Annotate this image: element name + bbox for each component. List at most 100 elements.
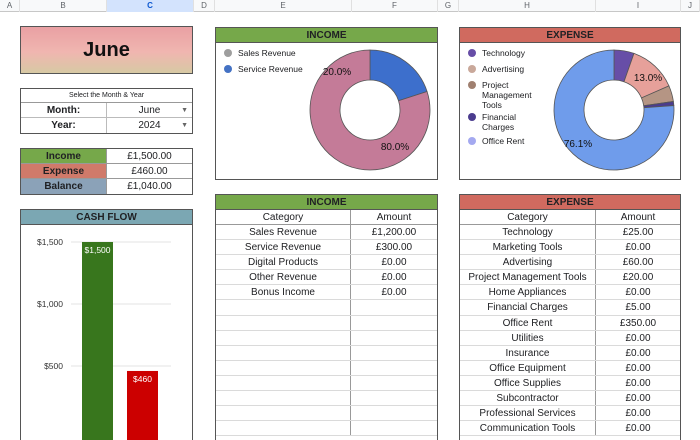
column-header-e[interactable]: E bbox=[215, 0, 352, 12]
category-cell[interactable]: Insurance bbox=[460, 345, 596, 360]
amount-cell[interactable]: £0.00 bbox=[351, 270, 437, 284]
amount-cell[interactable]: £0.00 bbox=[351, 255, 437, 269]
amount-cell[interactable] bbox=[351, 346, 437, 360]
category-cell[interactable] bbox=[216, 406, 351, 421]
amount-cell[interactable]: £25.00 bbox=[596, 225, 680, 239]
table-row[interactable]: Technology £25.00 bbox=[460, 225, 680, 241]
table-row[interactable]: Subcontractor £0.00 bbox=[460, 391, 680, 407]
table-row[interactable]: Office Rent £350.00 bbox=[460, 315, 680, 331]
table-row[interactable]: Sales Revenue £1,200.00 bbox=[216, 225, 437, 241]
column-header-c[interactable]: C bbox=[107, 0, 194, 12]
table-row[interactable]: Professional Services £0.00 bbox=[460, 406, 680, 422]
table-row[interactable] bbox=[216, 391, 437, 407]
amount-cell[interactable] bbox=[351, 361, 437, 375]
category-cell[interactable]: Office Equipment bbox=[460, 360, 596, 375]
category-cell[interactable]: Other Revenue bbox=[216, 270, 351, 285]
amount-cell[interactable]: £1,200.00 bbox=[351, 225, 437, 239]
amount-cell[interactable]: £350.00 bbox=[596, 316, 680, 330]
table-row[interactable] bbox=[216, 330, 437, 346]
amount-cell[interactable]: £5.00 bbox=[596, 300, 680, 314]
legend-item: Financial Charges bbox=[468, 112, 548, 132]
column-header-j[interactable]: J bbox=[681, 0, 700, 12]
category-cell[interactable]: Professional Services bbox=[460, 406, 596, 421]
year-dropdown[interactable]: 2024 ▼ bbox=[107, 118, 192, 133]
amount-cell[interactable] bbox=[351, 421, 437, 435]
amount-cell[interactable]: £0.00 bbox=[596, 406, 680, 420]
category-cell[interactable] bbox=[216, 391, 351, 406]
table-row[interactable] bbox=[216, 315, 437, 331]
category-cell[interactable]: Communication Tools bbox=[460, 421, 596, 436]
table-row[interactable]: Office Supplies £0.00 bbox=[460, 375, 680, 392]
category-cell[interactable] bbox=[216, 330, 351, 345]
table-row[interactable]: Other Revenue £0.00 bbox=[216, 270, 437, 286]
category-cell[interactable]: Technology bbox=[460, 225, 596, 240]
category-cell[interactable]: Marketing Tools bbox=[460, 240, 596, 255]
column-header-b[interactable]: B bbox=[20, 0, 107, 12]
table-row[interactable]: Office Equipment £0.00 bbox=[460, 360, 680, 376]
category-cell[interactable]: Sales Revenue bbox=[216, 225, 351, 240]
table-row[interactable] bbox=[216, 345, 437, 361]
category-cell[interactable]: Service Revenue bbox=[216, 240, 351, 255]
amount-cell[interactable]: £0.00 bbox=[596, 240, 680, 254]
column-header-g[interactable]: G bbox=[438, 0, 459, 12]
table-row[interactable]: Project Management Tools £20.00 bbox=[460, 270, 680, 286]
table-row[interactable]: Communication Tools £0.00 bbox=[460, 421, 680, 437]
table-row[interactable]: Advertising £60.00 bbox=[460, 255, 680, 271]
table-row[interactable] bbox=[216, 360, 437, 376]
category-cell[interactable] bbox=[216, 345, 351, 360]
table-row[interactable] bbox=[216, 421, 437, 437]
category-cell[interactable]: Office Rent bbox=[460, 315, 596, 330]
column-header-f[interactable]: F bbox=[352, 0, 438, 12]
category-cell[interactable] bbox=[216, 375, 351, 391]
amount-cell[interactable] bbox=[351, 391, 437, 405]
table-row[interactable]: Financial Charges £5.00 bbox=[460, 300, 680, 316]
category-cell[interactable]: Advertising bbox=[460, 255, 596, 270]
amount-cell[interactable]: £300.00 bbox=[351, 240, 437, 254]
column-header-a[interactable]: A bbox=[0, 0, 20, 12]
chevron-down-icon: ▼ bbox=[181, 107, 188, 114]
table-row[interactable]: Bonus Income £0.00 bbox=[216, 285, 437, 301]
amount-cell[interactable] bbox=[351, 300, 437, 314]
table-row[interactable]: Service Revenue £300.00 bbox=[216, 240, 437, 256]
table-row[interactable] bbox=[216, 406, 437, 422]
amount-cell[interactable]: £0.00 bbox=[596, 346, 680, 360]
table-row[interactable] bbox=[216, 375, 437, 392]
legend-label: Sales Revenue bbox=[238, 48, 296, 58]
category-cell[interactable] bbox=[216, 315, 351, 330]
month-dropdown[interactable]: June ▼ bbox=[107, 103, 192, 117]
category-cell[interactable]: Home Appliances bbox=[460, 285, 596, 300]
amount-cell[interactable]: £0.00 bbox=[596, 361, 680, 375]
column-header-i[interactable]: I bbox=[596, 0, 681, 12]
category-cell[interactable]: Project Management Tools bbox=[460, 270, 596, 285]
category-cell[interactable] bbox=[216, 300, 351, 315]
category-cell[interactable]: Office Supplies bbox=[460, 375, 596, 391]
category-cell[interactable]: Digital Products bbox=[216, 255, 351, 270]
amount-cell[interactable]: £60.00 bbox=[596, 255, 680, 269]
column-header-h[interactable]: H bbox=[459, 0, 596, 12]
amount-cell[interactable]: £0.00 bbox=[351, 285, 437, 299]
category-cell[interactable]: Financial Charges bbox=[460, 300, 596, 315]
table-row[interactable]: Digital Products £0.00 bbox=[216, 255, 437, 271]
table-row[interactable]: Home Appliances £0.00 bbox=[460, 285, 680, 301]
category-cell[interactable]: Utilities bbox=[460, 330, 596, 345]
amount-cell[interactable]: £0.00 bbox=[596, 391, 680, 405]
category-cell[interactable] bbox=[216, 360, 351, 375]
amount-cell[interactable] bbox=[351, 376, 437, 390]
amount-cell[interactable]: £0.00 bbox=[596, 376, 680, 390]
amount-cell[interactable]: £0.00 bbox=[596, 285, 680, 299]
table-row[interactable]: Utilities £0.00 bbox=[460, 330, 680, 346]
amount-cell[interactable] bbox=[351, 316, 437, 330]
amount-cell[interactable]: £0.00 bbox=[596, 421, 680, 435]
legend-label: Technology bbox=[482, 48, 526, 58]
table-row[interactable]: Insurance £0.00 bbox=[460, 345, 680, 361]
column-header-d[interactable]: D bbox=[194, 0, 215, 12]
amount-cell[interactable] bbox=[351, 331, 437, 345]
amount-cell[interactable]: £0.00 bbox=[596, 331, 680, 345]
table-row[interactable] bbox=[216, 300, 437, 316]
category-cell[interactable] bbox=[216, 421, 351, 436]
category-cell[interactable]: Bonus Income bbox=[216, 285, 351, 300]
amount-cell[interactable] bbox=[351, 406, 437, 420]
amount-cell[interactable]: £20.00 bbox=[596, 270, 680, 284]
category-cell[interactable]: Subcontractor bbox=[460, 391, 596, 406]
table-row[interactable]: Marketing Tools £0.00 bbox=[460, 240, 680, 256]
